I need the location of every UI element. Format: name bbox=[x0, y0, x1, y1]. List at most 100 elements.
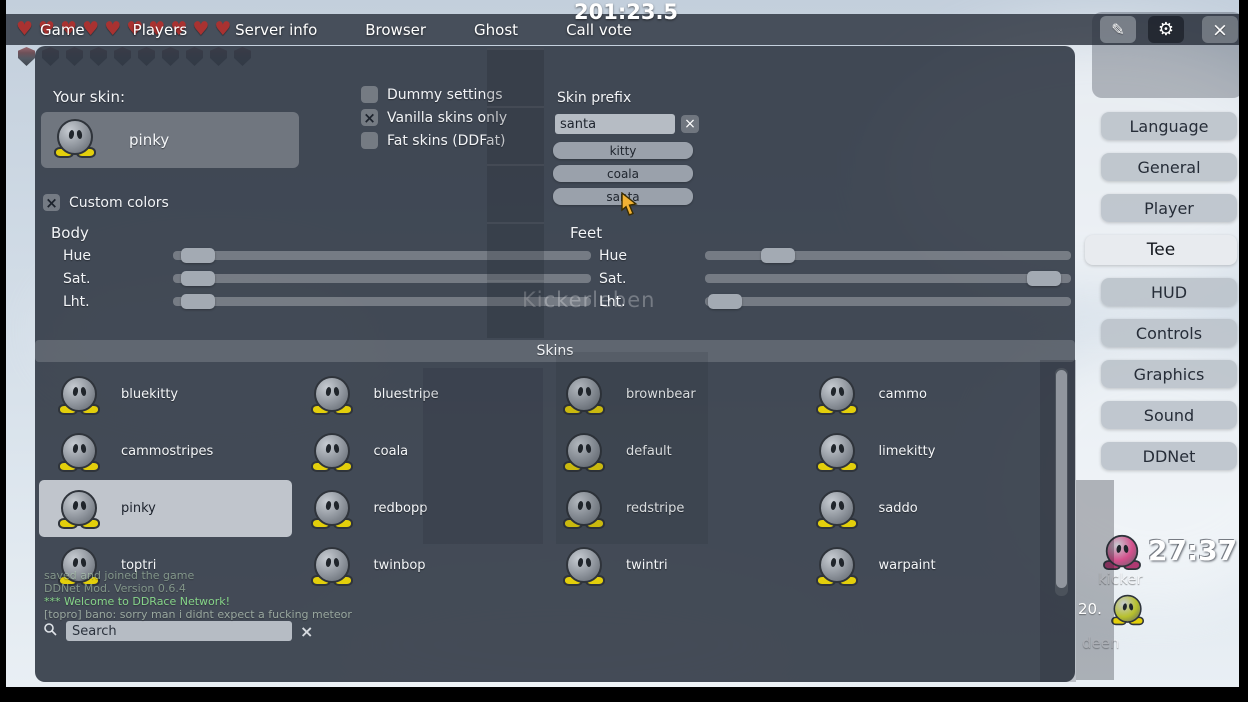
slider-track[interactable] bbox=[705, 274, 1071, 283]
tee-body bbox=[61, 433, 97, 469]
tee-body bbox=[61, 547, 97, 583]
skin-name: saddo bbox=[879, 501, 918, 516]
sidebar-item-language[interactable]: Language bbox=[1101, 112, 1237, 140]
skin-item-twinbop[interactable]: twinbop bbox=[292, 537, 545, 594]
skin-item-cammo[interactable]: cammo bbox=[797, 366, 1050, 423]
skin-name: bluekitty bbox=[121, 387, 178, 402]
quit-button[interactable]: × bbox=[1202, 16, 1238, 43]
tee-body bbox=[566, 433, 602, 469]
skin-item-bluekitty[interactable]: bluekitty bbox=[39, 366, 292, 423]
skin-name: bluestripe bbox=[374, 387, 439, 402]
tee-body bbox=[819, 547, 855, 583]
slider-row-lht-: Lht. bbox=[591, 290, 1071, 313]
skin-name: pinky bbox=[121, 501, 156, 516]
menu-tab-browser[interactable]: Browser bbox=[365, 21, 426, 39]
slider-label: Hue bbox=[591, 248, 705, 264]
skin-item-saddo[interactable]: saddo bbox=[797, 480, 1050, 537]
checkbox-vanilla-skins-only[interactable]: Vanilla skins only bbox=[361, 109, 507, 126]
checkbox-fat-skins-ddfat-[interactable]: Fat skins (DDFat) bbox=[361, 132, 507, 149]
tee-icon bbox=[817, 546, 857, 586]
hud-spectate-name: deen bbox=[1082, 634, 1120, 652]
skin-item-redbopp[interactable]: redbopp bbox=[292, 480, 545, 537]
scrollbar-thumb[interactable] bbox=[1056, 370, 1067, 588]
skin-item-default[interactable]: default bbox=[544, 423, 797, 480]
body-sliders: HueSat.Lht. bbox=[55, 244, 591, 313]
skin-prefix-label: Skin prefix bbox=[557, 90, 631, 106]
checkbox-box bbox=[361, 132, 378, 149]
shield-icon bbox=[18, 47, 35, 66]
slider-handle[interactable] bbox=[708, 294, 742, 309]
skin-prefix-input[interactable] bbox=[555, 114, 675, 134]
tee-icon bbox=[1104, 534, 1140, 570]
prefix-option-coala[interactable]: coala bbox=[553, 165, 693, 182]
prefix-option-kitty[interactable]: kitty bbox=[553, 142, 693, 159]
tee-body bbox=[61, 490, 97, 526]
sidebar-item-player[interactable]: Player bbox=[1101, 194, 1237, 222]
skin-item-cammostripes[interactable]: cammostripes bbox=[39, 423, 292, 480]
slider-track[interactable] bbox=[173, 251, 591, 260]
skin-item-pinky[interactable]: pinky bbox=[39, 480, 292, 537]
sidebar-item-general[interactable]: General bbox=[1101, 153, 1237, 181]
prefix-clear-button[interactable]: × bbox=[681, 115, 699, 133]
slider-track[interactable] bbox=[173, 297, 591, 306]
custom-colors-checkbox[interactable]: Custom colors bbox=[43, 194, 169, 211]
tee-body bbox=[314, 490, 350, 526]
skins-scrollbar[interactable] bbox=[1055, 368, 1068, 596]
slider-handle[interactable] bbox=[181, 294, 215, 309]
tee-icon bbox=[59, 489, 99, 529]
slider-handle[interactable] bbox=[181, 271, 215, 286]
tee-body bbox=[819, 490, 855, 526]
menu-tabs: GamePlayersServer infoBrowserGhostCall v… bbox=[40, 14, 632, 45]
sidebar-item-graphics[interactable]: Graphics bbox=[1101, 360, 1237, 388]
slider-track[interactable] bbox=[705, 251, 1071, 260]
mouse-cursor-icon bbox=[620, 192, 642, 218]
hud-rank: 20. bbox=[1078, 600, 1102, 618]
your-skin-label: Your skin: bbox=[53, 88, 125, 106]
skin-item-limekitty[interactable]: limekitty bbox=[797, 423, 1050, 480]
close-icon: × bbox=[1212, 19, 1228, 41]
race-timer: 201:23.5 bbox=[574, 0, 678, 24]
checkbox-dummy-settings[interactable]: Dummy settings bbox=[361, 86, 507, 103]
sidebar-item-ddnet[interactable]: DDNet bbox=[1101, 442, 1237, 470]
slider-row-hue: Hue bbox=[591, 244, 1071, 267]
tee-body bbox=[314, 547, 350, 583]
slider-handle[interactable] bbox=[181, 248, 215, 263]
menu-tab-players[interactable]: Players bbox=[133, 21, 188, 39]
slider-handle[interactable] bbox=[1027, 271, 1061, 286]
slider-track[interactable] bbox=[173, 274, 591, 283]
skin-item-warpaint[interactable]: warpaint bbox=[797, 537, 1050, 594]
slider-track[interactable] bbox=[705, 297, 1071, 306]
editor-button[interactable]: ✎ bbox=[1100, 16, 1136, 43]
skin-item-redstripe[interactable]: redstripe bbox=[544, 480, 797, 537]
sidebar-item-hud[interactable]: HUD bbox=[1101, 278, 1237, 306]
skin-search-input[interactable] bbox=[66, 621, 292, 641]
feet-sliders: Hue Sat. Lht. bbox=[591, 244, 1071, 313]
skin-item-brownbear[interactable]: brownbear bbox=[544, 366, 797, 423]
pencil-icon: ✎ bbox=[1111, 20, 1124, 39]
sidebar-item-sound[interactable]: Sound bbox=[1101, 401, 1237, 429]
checkbox-label: Fat skins (DDFat) bbox=[387, 133, 506, 149]
tee-icon bbox=[59, 432, 99, 472]
close-icon: × bbox=[684, 116, 696, 132]
menu-tab-server-info[interactable]: Server info bbox=[235, 21, 317, 39]
body-section-label: Body bbox=[51, 224, 89, 242]
skin-item-bluestripe[interactable]: bluestripe bbox=[292, 366, 545, 423]
skin-item-toptri[interactable]: toptri bbox=[39, 537, 292, 594]
sidebar-item-tee[interactable]: Tee bbox=[1085, 235, 1237, 265]
skin-name: cammo bbox=[879, 387, 927, 402]
hud-race-time: 27:37 bbox=[1148, 534, 1237, 567]
tee-icon bbox=[312, 375, 352, 415]
hud-tee-small bbox=[1112, 594, 1152, 638]
search-clear-button[interactable]: × bbox=[300, 622, 313, 641]
settings-button[interactable]: ⚙ bbox=[1148, 16, 1184, 43]
menu-tab-ghost[interactable]: Ghost bbox=[474, 21, 518, 39]
sidebar-item-controls[interactable]: Controls bbox=[1101, 319, 1237, 347]
skin-item-coala[interactable]: coala bbox=[292, 423, 545, 480]
slider-label: Sat. bbox=[591, 271, 705, 287]
slider-handle[interactable] bbox=[761, 248, 795, 263]
tee-icon bbox=[312, 489, 352, 529]
tee-icon bbox=[817, 489, 857, 529]
menu-tab-game[interactable]: Game bbox=[40, 21, 85, 39]
skin-item-twintri[interactable]: twintri bbox=[544, 537, 797, 594]
tee-icon bbox=[59, 375, 99, 415]
